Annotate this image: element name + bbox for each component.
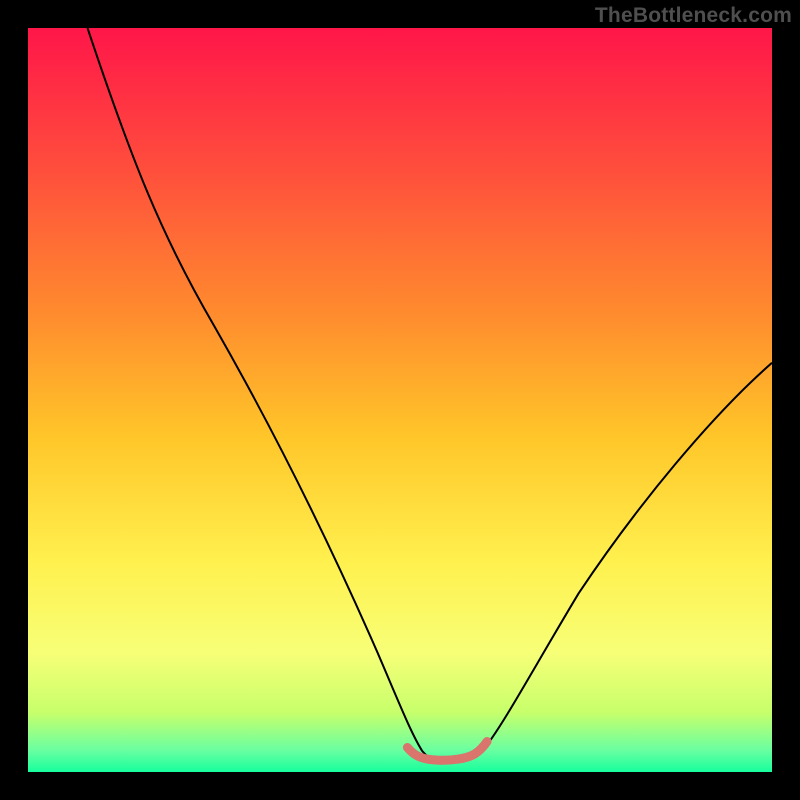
curve-layer <box>28 28 772 772</box>
watermark-text: TheBottleneck.com <box>595 4 792 28</box>
chart-frame: TheBottleneck.com <box>0 0 800 800</box>
bottleneck-curve <box>88 28 772 762</box>
plot-area <box>28 28 772 772</box>
